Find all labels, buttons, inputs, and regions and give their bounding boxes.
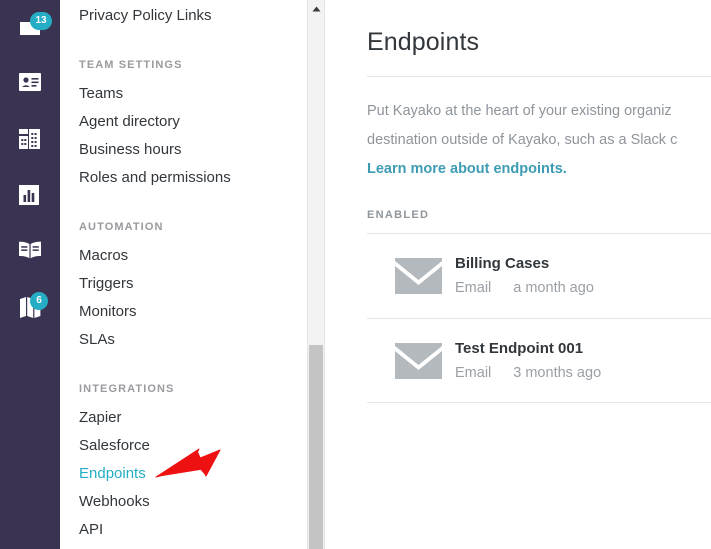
nav-group-integrations: INTEGRATIONS xyxy=(79,383,175,395)
nav-item-api[interactable]: API xyxy=(79,516,324,544)
buildings-icon xyxy=(17,127,43,153)
rail-item-guides[interactable] xyxy=(0,280,60,336)
rail-item-organizations[interactable] xyxy=(0,112,60,168)
rail-item-contacts[interactable] xyxy=(0,56,60,112)
endpoint-name: Test Endpoint 001 xyxy=(455,339,584,357)
scrollbar-up-button[interactable] xyxy=(308,0,324,17)
envelope-icon xyxy=(395,258,451,294)
enabled-section-label: ENABLED xyxy=(367,209,430,221)
scrollbar-thumb[interactable] xyxy=(309,345,323,549)
nav-item-triggers[interactable]: Triggers xyxy=(79,270,324,298)
inbox-badge-count: 13 xyxy=(30,12,52,30)
nav-item-teams[interactable]: Teams xyxy=(79,80,324,108)
contact-card-icon xyxy=(17,71,43,97)
endpoint-info: Test Endpoint 001 Email 3 months ago xyxy=(451,338,601,384)
envelope-icon xyxy=(395,342,451,379)
nav-item-macros[interactable]: Macros xyxy=(79,242,324,270)
nav-item-webhooks[interactable]: Webhooks xyxy=(79,488,324,516)
nav-item-business-hours[interactable]: Business hours xyxy=(79,136,324,164)
settings-nav-scrollbar[interactable] xyxy=(307,0,324,549)
nav-item-agent-directory[interactable]: Agent directory xyxy=(79,108,324,136)
nav-item-slas[interactable]: SLAs xyxy=(79,326,324,354)
app-icon-rail: 13 6 xyxy=(0,0,60,549)
nav-group-team-settings: TEAM SETTINGS xyxy=(79,59,183,71)
table-row[interactable]: Billing Cases Email a month ago xyxy=(367,233,711,318)
table-row[interactable]: Test Endpoint 001 Email 3 months ago xyxy=(367,318,711,403)
rail-item-reports[interactable] xyxy=(0,168,60,224)
nav-group-automation: AUTOMATION xyxy=(79,221,164,233)
endpoint-type: Email xyxy=(455,364,492,381)
title-divider xyxy=(367,76,711,77)
endpoint-name: Billing Cases xyxy=(455,255,550,272)
endpoint-type: Email xyxy=(455,280,492,296)
intro-line-1: Put Kayako at the heart of your existing… xyxy=(367,103,672,119)
book-icon xyxy=(17,239,43,265)
page-title: Endpoints xyxy=(367,28,480,56)
nav-item-endpoints[interactable]: Endpoints xyxy=(79,460,324,488)
nav-item-privacy-policy-links[interactable]: Privacy Policy Links xyxy=(79,2,324,30)
endpoint-updated: a month ago xyxy=(513,280,594,296)
nav-item-zapier[interactable]: Zapier xyxy=(79,404,324,432)
endpoints-list: Billing Cases Email a month ago Test End… xyxy=(367,233,711,403)
nav-item-roles-and-permissions[interactable]: Roles and permissions xyxy=(79,164,324,192)
endpoint-info: Billing Cases Email a month ago xyxy=(451,253,594,299)
learn-more-link[interactable]: Learn more about endpoints. xyxy=(367,155,711,184)
nav-item-salesforce[interactable]: Salesforce xyxy=(79,432,324,460)
settings-page: 13 6 Privacy Policy Links TEAM SETTINGS … xyxy=(0,0,711,549)
chevron-up-icon xyxy=(312,6,321,12)
settings-nav-column: Privacy Policy Links TEAM SETTINGS Teams… xyxy=(60,0,325,549)
rail-item-knowledgebase[interactable] xyxy=(0,224,60,280)
endpoints-main-panel: Endpoints Put Kayako at the heart of you… xyxy=(325,0,711,549)
map-badge-count: 6 xyxy=(30,292,48,310)
intro-line-2: destination outside of Kayako, such as a… xyxy=(367,132,678,148)
settings-nav-list: Privacy Policy Links TEAM SETTINGS Teams… xyxy=(60,0,324,544)
nav-item-monitors[interactable]: Monitors xyxy=(79,298,324,326)
endpoint-updated: 3 months ago xyxy=(513,364,602,381)
bar-chart-icon xyxy=(17,183,43,209)
rail-item-inbox[interactable] xyxy=(0,0,60,56)
